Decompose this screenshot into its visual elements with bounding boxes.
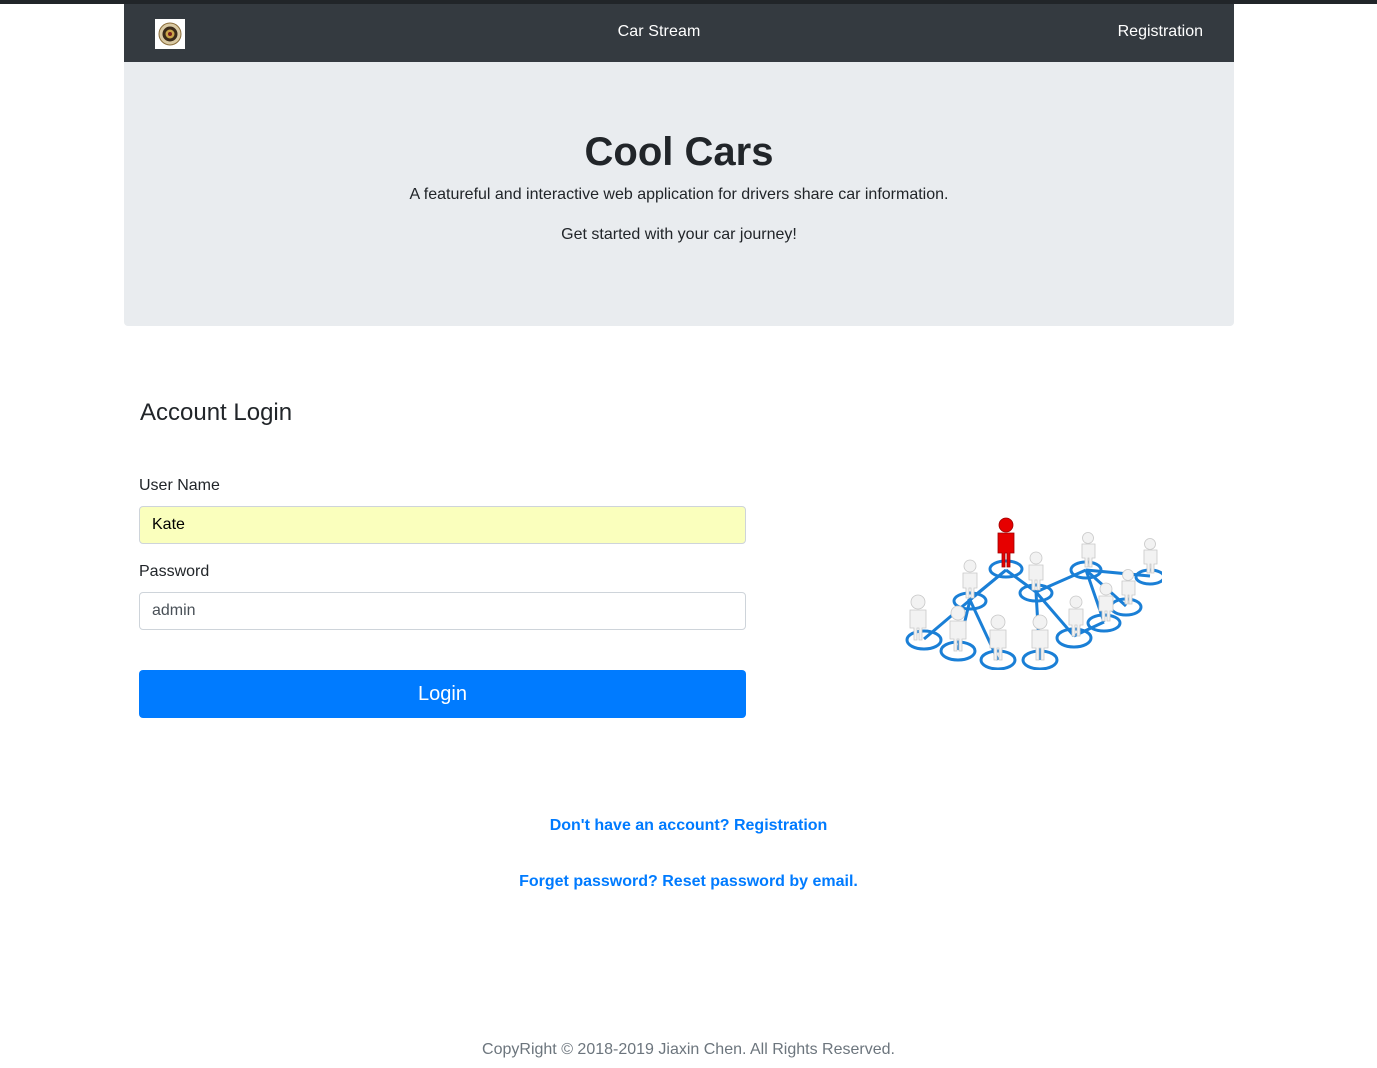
hero-description: A featureful and interactive web applica… <box>409 186 949 203</box>
footer-copyright: CopyRight © 2018-2019 Jiaxin Chen. All R… <box>482 1041 895 1058</box>
nav-registration-link[interactable]: Registration <box>1118 23 1203 41</box>
reset-password-link[interactable]: Forget password? Reset password by email… <box>0 873 1377 891</box>
username-input[interactable] <box>139 506 746 544</box>
login-title: Account Login <box>140 399 293 426</box>
people-network-illustration <box>900 510 1166 671</box>
password-label: Password <box>139 563 210 580</box>
password-input[interactable] <box>139 592 746 630</box>
nav-brand[interactable]: Car Stream <box>124 23 1194 41</box>
registration-link[interactable]: Don't have an account? Registration <box>0 817 1377 835</box>
hero-call-to-action: Get started with your car journey! <box>561 226 797 243</box>
navbar: Car Stream Registration <box>124 4 1234 62</box>
hero-banner: Cool Cars A featureful and interactive w… <box>124 62 1234 326</box>
hero-title: Cool Cars <box>584 130 774 174</box>
login-button[interactable]: Login <box>139 670 746 718</box>
username-label: User Name <box>139 477 220 494</box>
